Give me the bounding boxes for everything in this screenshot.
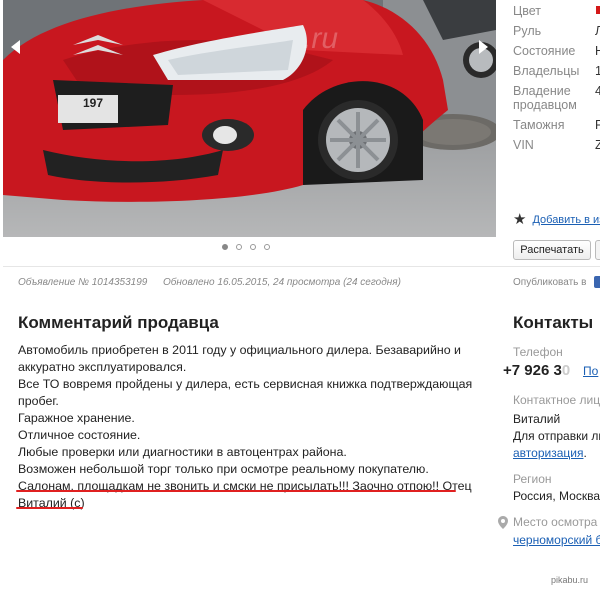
comment-line: Виталий (с) — [18, 496, 85, 510]
comment-line: Салонам, площадкам не звонить и смски не… — [18, 479, 472, 493]
gallery-dot[interactable] — [222, 244, 228, 250]
spec-label-wheel: Руль — [513, 24, 542, 38]
location-pin-icon — [498, 516, 508, 529]
red-underline — [16, 490, 456, 492]
spec-label-customs: Таможня — [513, 118, 565, 132]
region-label: Регион — [513, 472, 552, 486]
spec-label-ownership: Владение продавцом — [513, 84, 577, 112]
secondary-action-button[interactable] — [595, 240, 600, 260]
site-watermark: pikabu.ru — [551, 575, 589, 585]
comment-title: Комментарий продавца — [18, 313, 219, 332]
star-icon: ★ — [513, 211, 527, 228]
gallery-dot[interactable] — [250, 244, 256, 250]
add-to-favorites[interactable]: ★ Добавить в из — [513, 212, 600, 227]
comment-line: пробег. — [18, 394, 59, 408]
red-underline — [16, 507, 83, 509]
phone-visible: 7 926 3 — [511, 362, 562, 379]
contact-person-label: Контактное лицо — [513, 393, 600, 407]
car-photo[interactable]: 197 .ru — [3, 0, 496, 237]
spec-value-owners: 1 — [595, 64, 600, 78]
license-plate: 197 — [83, 96, 104, 110]
auth-link[interactable]: авторизация — [513, 446, 583, 460]
show-phone-link[interactable]: По — [583, 364, 598, 378]
next-photo-arrow-icon[interactable] — [479, 40, 488, 54]
contacts-title: Контакты — [513, 313, 594, 332]
spec-label-color: Цвет — [513, 4, 542, 18]
contact-person-name: Виталий — [513, 412, 561, 426]
gallery-pagination — [222, 244, 270, 250]
comment-line: Все ТО вовремя пройдены у дилера, есть с… — [18, 377, 473, 391]
phone-prefix: + — [503, 362, 512, 379]
spec-value-condition: Н — [595, 44, 600, 58]
comment-body: Автомобиль приобретен в 2011 году у офиц… — [18, 342, 473, 512]
comment-line: Гаражное хранение. — [18, 411, 135, 425]
spec-label-vin: VIN — [513, 138, 534, 152]
gallery-dot[interactable] — [236, 244, 242, 250]
phone-hidden-part: 0 — [561, 362, 571, 379]
spec-value-customs: Р — [595, 118, 600, 132]
color-swatch — [596, 6, 600, 14]
spec-label-condition: Состояние — [513, 44, 576, 58]
comment-line: Отличное состояние. — [18, 428, 141, 442]
car-illustration — [3, 0, 496, 202]
phone-label: Телефон — [513, 345, 563, 359]
gallery-dot[interactable] — [264, 244, 270, 250]
add-to-favorites-link[interactable]: Добавить в из — [532, 214, 600, 226]
auth-suffix: . — [583, 446, 587, 460]
print-button[interactable]: Распечатать — [513, 240, 591, 260]
ad-updated: Обновлено 16.05.2015, 24 просмотра (24 с… — [163, 277, 401, 288]
ad-number: Объявление № 1014353199 — [18, 277, 148, 288]
auth-line: авторизация. — [513, 446, 587, 460]
prev-photo-arrow-icon[interactable] — [11, 40, 20, 54]
photo-watermark: .ru — [303, 22, 339, 55]
comment-line: Автомобиль приобретен в 2011 году у офиц… — [18, 343, 461, 357]
spec-value-wheel: Л — [595, 24, 600, 38]
inspection-link[interactable]: черноморский б — [513, 533, 600, 547]
comment-line: Любые проверки или диагностики в автоцен… — [18, 445, 347, 459]
sms-note: Для отправки ли — [513, 429, 600, 443]
comment-line: аккуратно эксплуатировался. — [18, 360, 187, 374]
inspection-label: Место осмотра — [513, 515, 598, 529]
publish-to-label: Опубликовать в — [513, 277, 587, 288]
phone-number: +7 926 30 — [503, 362, 570, 379]
comment-line: Возможен небольшой торг только при осмот… — [18, 462, 429, 476]
section-divider — [3, 266, 600, 267]
spec-value-vin: Z — [595, 138, 600, 152]
social-network-icon[interactable] — [594, 276, 600, 288]
spec-label-owners: Владельцы — [513, 64, 580, 78]
region-value: Россия, Москва — [513, 489, 600, 503]
spec-value-ownership: 4 — [595, 84, 600, 98]
